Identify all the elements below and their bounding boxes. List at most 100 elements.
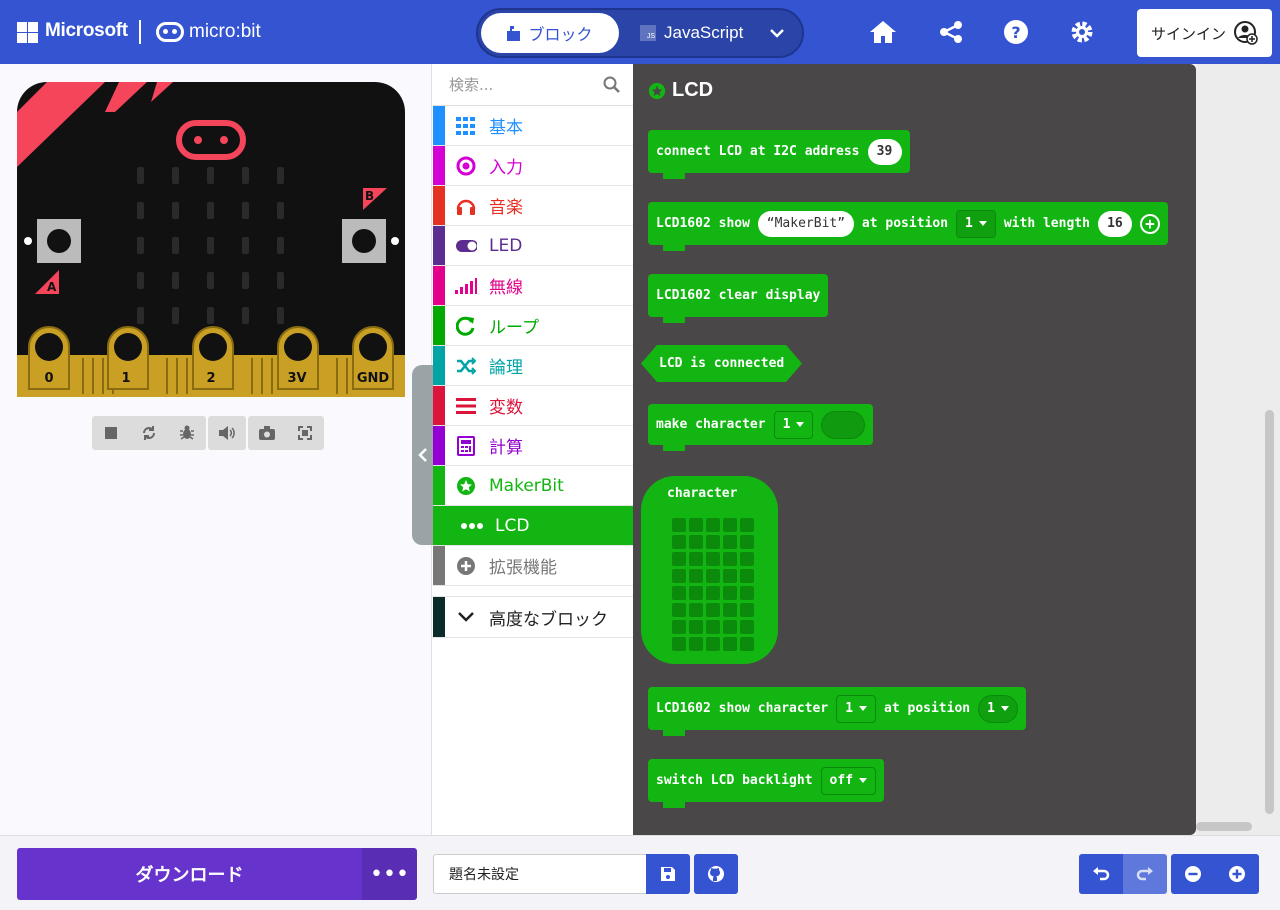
github-button[interactable]	[694, 854, 738, 894]
category-advanced[interactable]: 高度なブロック	[433, 596, 633, 638]
button-a-label: A	[47, 280, 57, 294]
share-icon[interactable]	[937, 18, 965, 46]
home-icon[interactable]	[869, 18, 897, 46]
javascript-icon: JS	[640, 25, 656, 41]
collapse-simulator-button[interactable]	[412, 365, 433, 545]
block-text: LCD1602 show character	[656, 701, 829, 716]
category-input[interactable]: 入力	[433, 146, 633, 186]
category-math[interactable]: 計算	[433, 426, 633, 466]
plus-circle-icon	[455, 555, 477, 577]
workspace-horizontal-scrollbar[interactable]	[1196, 822, 1252, 831]
category-label: 高度なブロック	[489, 609, 608, 630]
headphones-icon	[455, 195, 477, 217]
restart-icon[interactable]	[130, 416, 168, 450]
workspace-vertical-scrollbar[interactable]	[1265, 410, 1274, 814]
category-label: ループ	[489, 318, 539, 338]
gear-icon[interactable]	[1068, 18, 1096, 46]
stop-icon[interactable]	[92, 416, 130, 450]
block-make-character[interactable]: make character 1	[648, 404, 874, 451]
category-variables[interactable]: 変数	[433, 386, 633, 426]
category-led[interactable]: LED	[433, 226, 633, 266]
category-label: 入力	[489, 158, 523, 178]
character-dropdown[interactable]: 1	[836, 694, 877, 723]
block-text: character	[667, 486, 738, 501]
category-basic[interactable]: 基本	[433, 106, 633, 146]
simulator-toolbar	[92, 416, 324, 450]
signin-label: サインイン	[1150, 24, 1226, 43]
undo-button[interactable]	[1079, 854, 1123, 894]
signal-icon	[455, 275, 477, 297]
circle-icon	[455, 155, 477, 177]
download-button[interactable]: ダウンロード	[17, 848, 362, 900]
puzzle-icon	[507, 25, 521, 41]
block-character[interactable]: character	[641, 476, 778, 664]
tab-javascript-label: JavaScript	[664, 23, 744, 42]
category-makerbit[interactable]: MakerBit	[433, 466, 633, 506]
block-text: LCD is connected	[659, 356, 785, 371]
redo-button[interactable]	[1123, 854, 1167, 894]
category-label: 論理	[489, 358, 523, 378]
block-lcd-clear[interactable]: LCD1602 clear display	[648, 274, 829, 323]
flyout-title: LCD	[648, 79, 713, 102]
download-more-button[interactable]: •••	[362, 848, 417, 900]
position-dropdown[interactable]: 1	[956, 209, 996, 238]
category-music[interactable]: 音楽	[433, 186, 633, 226]
project-name-input[interactable]: 題名未設定	[433, 854, 647, 894]
button-b-label: B	[365, 189, 374, 203]
tab-blocks[interactable]: ブロック	[481, 13, 619, 53]
category-label: 計算	[489, 438, 523, 458]
volume-icon[interactable]	[208, 416, 246, 450]
signin-button[interactable]: サインイン	[1137, 9, 1272, 57]
length-value[interactable]: 16	[1097, 210, 1132, 237]
help-icon[interactable]: ?	[1002, 18, 1030, 46]
screenshot-icon[interactable]	[248, 416, 286, 450]
block-lcd-show[interactable]: LCD1602 show “MakerBit” at position 1 wi…	[648, 202, 1168, 251]
tab-javascript[interactable]: JS JavaScript	[640, 13, 743, 53]
microbit-label[interactable]: micro:bit	[189, 21, 261, 43]
search-input[interactable]: 検索...	[433, 64, 633, 106]
category-label: 音楽	[489, 198, 523, 218]
character-index-dropdown[interactable]: 1	[773, 410, 814, 439]
simulator-panel: A B 0 1 2 3V GND	[0, 64, 432, 835]
grid-icon	[455, 115, 477, 137]
search-placeholder: 検索...	[449, 76, 494, 94]
microbit-board[interactable]: A B 0 1 2 3V GND	[17, 82, 405, 397]
category-logic[interactable]: 論理	[433, 346, 633, 386]
chevron-down-icon[interactable]	[768, 24, 786, 46]
header: Microsoft micro:bit ブロック JS JavaScript ?…	[0, 0, 1280, 64]
block-lcd-connected[interactable]: LCD is connected	[641, 345, 802, 382]
expand-icon[interactable]: +	[1139, 213, 1160, 234]
debug-icon[interactable]	[168, 416, 206, 450]
category-lcd[interactable]: LCD	[433, 506, 633, 546]
position-dropdown[interactable]: 1	[978, 694, 1018, 723]
pin-2-label: 2	[206, 371, 215, 386]
category-label: MakerBit	[489, 475, 564, 496]
address-value[interactable]: 39	[867, 138, 902, 165]
character-grid[interactable]	[672, 518, 754, 651]
flyout-title-label: LCD	[672, 79, 714, 101]
category-radio[interactable]: 無線	[433, 266, 633, 306]
block-text: connect LCD at I2C address	[656, 144, 860, 159]
microbit-logo-icon	[156, 22, 184, 42]
zoom-in-button[interactable]	[1215, 854, 1259, 894]
search-icon	[603, 76, 620, 93]
user-add-icon	[1234, 21, 1258, 45]
category-extensions[interactable]: 拡張機能	[433, 546, 633, 586]
save-button[interactable]	[646, 854, 690, 894]
category-loops[interactable]: ループ	[433, 306, 633, 346]
category-label: 無線	[489, 278, 523, 298]
block-text: LCD1602 clear display	[656, 288, 821, 303]
zoom-out-button[interactable]	[1171, 854, 1215, 894]
tab-blocks-label: ブロック	[528, 25, 593, 44]
block-connect-lcd[interactable]: connect LCD at I2C address 39	[648, 130, 910, 179]
toggle-icon	[455, 235, 477, 257]
block-backlight[interactable]: switch LCD backlight off	[648, 759, 885, 808]
block-show-character[interactable]: LCD1602 show character 1 at position 1	[648, 687, 1026, 736]
character-slot[interactable]	[821, 410, 866, 439]
string-value[interactable]: “MakerBit”	[757, 210, 854, 237]
header-divider	[139, 20, 141, 44]
fullscreen-icon[interactable]	[286, 416, 324, 450]
chevron-down-icon	[455, 606, 477, 628]
backlight-dropdown[interactable]: off	[820, 766, 877, 795]
svg-text:?: ?	[1011, 23, 1020, 42]
